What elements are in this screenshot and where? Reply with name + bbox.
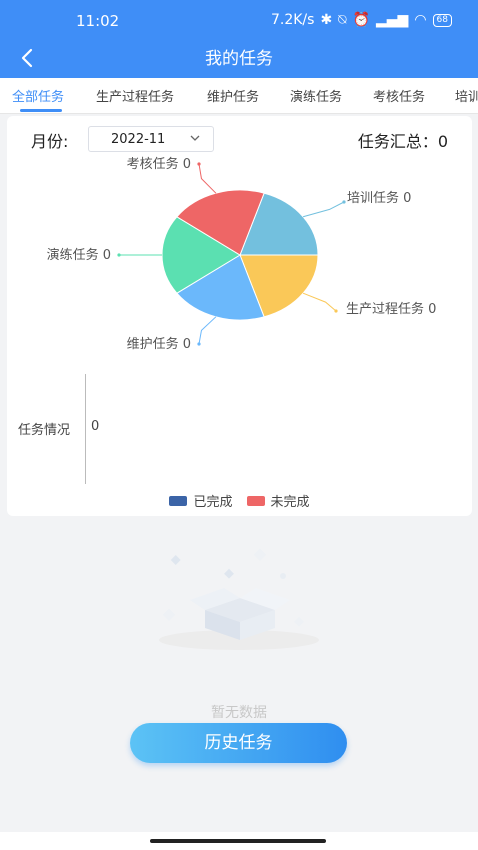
legend-swatch-uncompleted [246, 495, 265, 506]
history-tasks-button[interactable]: 历史任务 [130, 723, 347, 763]
pie-leader-line [198, 316, 217, 345]
pie-leader-dot [197, 342, 201, 346]
legend-swatch-completed [169, 495, 188, 506]
status-icons: 7.2K/s ✱ ⍉ ⏰ ▂▄▆ ◠ 68 [271, 12, 452, 28]
pie-label: 演练任务 0 [47, 247, 111, 263]
pie-label: 培训任务 0 [347, 190, 411, 206]
tab-active-indicator [20, 109, 62, 112]
empty-state-text: 暂无数据 [211, 705, 267, 721]
legend-item-uncompleted[interactable]: 未完成 [246, 491, 310, 510]
bar-legend: 已完成 未完成 [7, 491, 472, 510]
pie-leader-line [198, 163, 217, 194]
legend-label-uncompleted: 未完成 [270, 495, 310, 510]
task-pie-chart: 培训任务 0 生产过程任务 0 维护任务 0 演练任务 0 考核任务 0 [47, 156, 437, 352]
pie-label: 生产过程任务 0 [346, 301, 436, 317]
legend-item-completed[interactable]: 已完成 [169, 491, 233, 510]
status-time: 11:02 [76, 12, 120, 30]
battery-icon: 68 [432, 13, 452, 27]
tab-training[interactable]: 培训 [455, 86, 478, 105]
task-tabs: 全部任务 生产过程任务 维护任务 演练任务 考核任务 培训 [0, 78, 478, 114]
pie-leader-dot [117, 253, 121, 257]
status-bar: 11:02 7.2K/s ✱ ⍉ ⏰ ▂▄▆ ◠ 68 [0, 0, 478, 40]
signal-icon: ▂▄▆ [376, 12, 409, 28]
tab-maintenance[interactable]: 维护任务 [207, 86, 259, 105]
bar-axis [85, 374, 86, 484]
alarm-icon: ⏰ [352, 12, 371, 28]
home-indicator[interactable] [150, 839, 326, 843]
bluetooth-icon: ✱ [320, 12, 333, 28]
app-header: 11:02 7.2K/s ✱ ⍉ ⏰ ▂▄▆ ◠ 68 我的任务 [0, 0, 478, 78]
pie-label: 维护任务 0 [127, 336, 191, 352]
title-bar: 我的任务 [0, 40, 478, 78]
tab-drill[interactable]: 演练任务 [290, 86, 342, 105]
tab-all[interactable]: 全部任务 [12, 86, 64, 105]
pie-leader-line [302, 201, 345, 218]
bar-tick-label: 0 [91, 419, 100, 434]
task-stats-card: 月份: 2022-11 任务汇总：0 培训任务 0 生产过程任务 0 维护任务 0演… [7, 116, 472, 516]
mute-icon: ⍉ [338, 12, 347, 28]
pie-leader-dot [342, 200, 346, 204]
pie-leader-line [302, 292, 337, 312]
empty-box-icon [159, 548, 319, 650]
pie-label: 考核任务 0 [127, 156, 191, 172]
tab-assessment[interactable]: 考核任务 [373, 86, 425, 105]
tab-production[interactable]: 生产过程任务 [96, 86, 174, 105]
bar-category-label: 任务情况 [18, 423, 71, 438]
wifi-icon: ◠ [414, 12, 427, 28]
pie-leader-dot [334, 309, 338, 313]
pie-leader-dot [197, 162, 201, 166]
page-title: 我的任务 [205, 49, 273, 69]
network-speed: 7.2K/s [270, 12, 315, 28]
legend-label-completed: 已完成 [193, 495, 233, 510]
